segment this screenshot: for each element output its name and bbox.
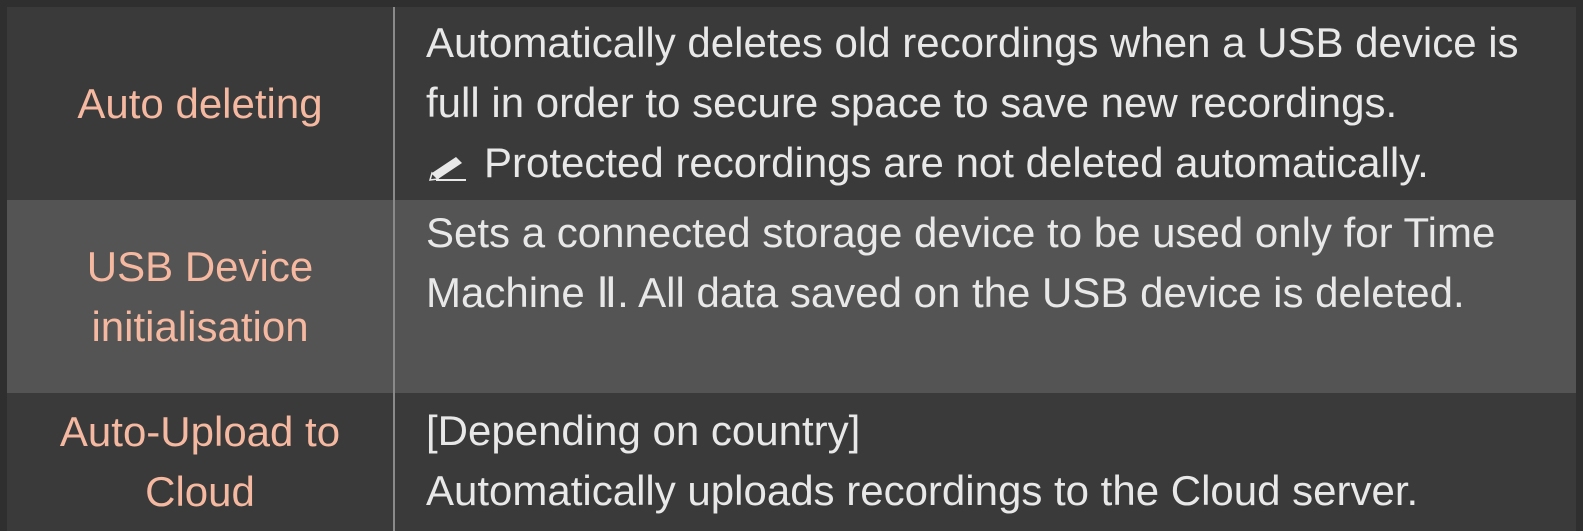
option-description: Automatically deletes old recordings whe… — [426, 19, 1519, 126]
option-label-cell: Auto-Upload to Cloud — [7, 393, 395, 531]
option-description: Automatically uploads recordings to the … — [426, 467, 1419, 514]
option-label-cell: USB Device initialisation — [7, 200, 395, 393]
option-condition: [Depending on country] — [426, 407, 861, 454]
table-row-auto-deleting: Auto deleting Automatically deletes old … — [7, 7, 1576, 200]
option-description-cell: Sets a connected storage device to be us… — [395, 200, 1576, 393]
option-label-cell: Auto deleting — [7, 7, 395, 200]
settings-description-table: Auto deleting Automatically deletes old … — [7, 7, 1576, 531]
option-label: USB Device initialisation — [86, 242, 314, 350]
option-description-cell: [Depending on country] Automatically upl… — [395, 393, 1576, 531]
table-row-auto-upload-to-cloud: Auto-Upload to Cloud [Depending on count… — [7, 393, 1576, 531]
option-note-text: Protected recordings are not deleted aut… — [484, 139, 1429, 186]
table-row-usb-device-initialisation: USB Device initialisation Sets a connect… — [7, 200, 1576, 393]
option-description: Sets a connected storage device to be us… — [426, 209, 1496, 316]
pencil-note-icon — [428, 156, 466, 181]
option-description-cell: Automatically deletes old recordings whe… — [395, 7, 1576, 200]
option-label: Auto-Upload to Cloud — [59, 408, 341, 515]
option-note: Protected recordings are not deleted aut… — [426, 133, 1560, 193]
option-label: Auto deleting — [77, 79, 323, 127]
